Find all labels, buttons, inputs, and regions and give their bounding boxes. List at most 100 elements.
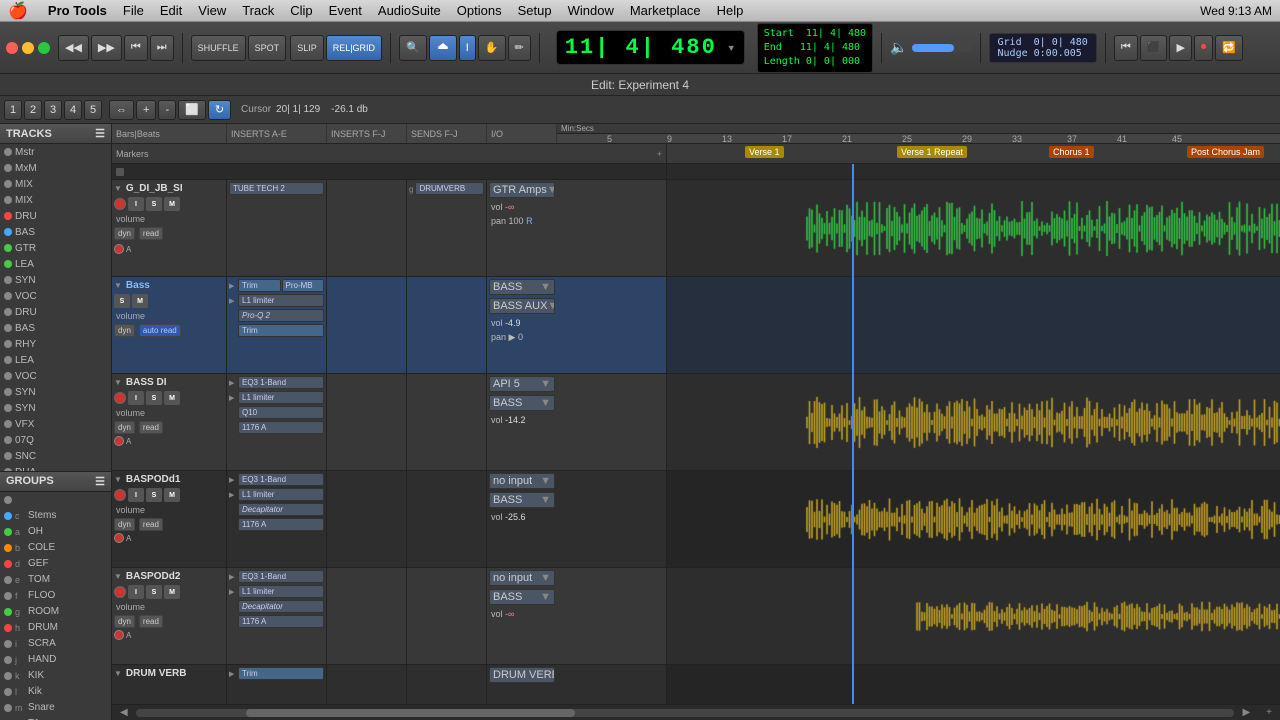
zoom-3-button[interactable]: 3: [44, 100, 62, 120]
baspod1-io-bass[interactable]: BASS ▼: [489, 492, 555, 508]
bassdi-insert-l1[interactable]: L1 limiter: [238, 391, 324, 404]
baspod2-insert-1176[interactable]: 1176 A: [238, 615, 324, 628]
menu-file[interactable]: File: [123, 3, 144, 18]
bass-io-bassaux[interactable]: BASS AUX ▼: [489, 298, 555, 314]
track-list-item[interactable]: 07Q: [0, 432, 111, 448]
group-list-item[interactable]: [0, 492, 111, 508]
baspod1-expand[interactable]: ▼: [114, 475, 122, 484]
bass-read-btn[interactable]: auto read: [139, 324, 181, 337]
go-end-button[interactable]: ⏭: [150, 35, 174, 61]
group-list-item[interactable]: gROOM: [0, 604, 111, 620]
menu-setup[interactable]: Setup: [518, 3, 552, 18]
baspod1-rec-btn[interactable]: [114, 489, 126, 501]
drumverb-insert-trim[interactable]: Trim: [238, 667, 324, 680]
volume-slider[interactable]: [912, 44, 972, 52]
stop-button[interactable]: ⬛: [1140, 35, 1168, 61]
group-list-item[interactable]: lKik: [0, 684, 111, 700]
group-list-item[interactable]: bCOLE: [0, 540, 111, 556]
track-list-item[interactable]: DRU: [0, 208, 111, 224]
track-list-item[interactable]: SNC: [0, 448, 111, 464]
bassdi-read-btn[interactable]: read: [139, 421, 163, 434]
gdi-insert-tubetec[interactable]: TUBE TECH 2: [229, 182, 324, 195]
baspod2-mute-btn[interactable]: M: [164, 585, 180, 599]
zoom-5-button[interactable]: 5: [84, 100, 102, 120]
baspod2-insert-eq3[interactable]: EQ3 1-Band: [238, 570, 324, 583]
add-marker-button[interactable]: +: [657, 149, 662, 159]
track-list-item[interactable]: VFX: [0, 416, 111, 432]
group-list-item[interactable]: eTOM: [0, 572, 111, 588]
group-list-item[interactable]: jHAND: [0, 652, 111, 668]
baspod2-solo-btn[interactable]: S: [146, 585, 162, 599]
tracks-menu-icon[interactable]: ☰: [95, 127, 105, 140]
menu-audiosuite[interactable]: AudioSuite: [378, 3, 441, 18]
menu-edit[interactable]: Edit: [160, 3, 182, 18]
bass-mute-btn[interactable]: M: [132, 294, 148, 308]
expand-icon[interactable]: [116, 168, 124, 176]
track-list-item[interactable]: LEA: [0, 352, 111, 368]
group-list-item[interactable]: iSCRA: [0, 636, 111, 652]
add-track-btn[interactable]: +: [1262, 707, 1276, 718]
bass-io-bass[interactable]: BASS ▼: [489, 279, 555, 295]
group-list-item[interactable]: kKIK: [0, 668, 111, 684]
baspod1-io-noinput[interactable]: no input ▼: [489, 473, 555, 489]
selector-tool-button[interactable]: I: [459, 35, 476, 61]
baspod1-dyn-btn[interactable]: dyn: [114, 518, 135, 531]
track-list-item[interactable]: Mstr: [0, 144, 111, 160]
gdi-send-drumverb[interactable]: DRUMVERB: [415, 182, 484, 195]
loop-button[interactable]: 🔁: [1215, 35, 1243, 61]
baspod2-expand[interactable]: ▼: [114, 572, 122, 581]
bass-solo-btn[interactable]: S: [114, 294, 130, 308]
track-list-item[interactable]: BAS: [0, 320, 111, 336]
scroll-right-btn[interactable]: ▶: [1238, 707, 1254, 718]
baspod1-insert-l1[interactable]: L1 limiter: [238, 488, 324, 501]
gdi-rec-btn[interactable]: [114, 198, 126, 210]
baspod2-insert-l1[interactable]: L1 limiter: [238, 585, 324, 598]
baspod2-io-bass[interactable]: BASS ▼: [489, 589, 555, 605]
apple-menu[interactable]: 🍎: [8, 1, 28, 21]
loop-selection-button[interactable]: ↻: [208, 100, 231, 120]
menu-window[interactable]: Window: [568, 3, 614, 18]
track-list-item[interactable]: VOC: [0, 368, 111, 384]
group-list-item[interactable]: mSnare: [0, 700, 111, 716]
fit-tracks-button[interactable]: ⇔: [109, 100, 134, 120]
menu-track[interactable]: Track: [242, 3, 274, 18]
track-list-item[interactable]: LEA: [0, 256, 111, 272]
bassdi-io-api5[interactable]: API 5 ▼: [489, 376, 555, 392]
group-list-item[interactable]: hDRUM: [0, 620, 111, 636]
track-list-item[interactable]: MIX: [0, 176, 111, 192]
groups-menu-icon[interactable]: ☰: [95, 475, 105, 488]
gdi-input-btn[interactable]: I: [128, 197, 144, 211]
chorus1-marker[interactable]: Chorus 1: [1049, 146, 1094, 158]
track-list-item[interactable]: GTR: [0, 240, 111, 256]
gdi-dyn-btn[interactable]: dyn: [114, 227, 135, 240]
bassdi-insert-1176[interactable]: 1176 A: [238, 421, 324, 434]
bass-insert-l1[interactable]: L1 limiter: [238, 294, 324, 307]
track-list-item[interactable]: VOC: [0, 288, 111, 304]
menu-view[interactable]: View: [198, 3, 226, 18]
bassdi-insert-eq3[interactable]: EQ3 1-Band: [238, 376, 324, 389]
bassdi-mute-btn[interactable]: M: [164, 391, 180, 405]
gdi-expand[interactable]: ▼: [114, 184, 122, 193]
menu-protools[interactable]: Pro Tools: [48, 3, 107, 18]
play-button[interactable]: ▶: [1169, 35, 1191, 61]
bassdi-solo-btn[interactable]: S: [146, 391, 162, 405]
track-list-item[interactable]: SYN: [0, 384, 111, 400]
gdi-read-btn[interactable]: read: [139, 227, 163, 240]
drumverb-io[interactable]: DRUM VERB ▼: [489, 667, 555, 683]
verse1-marker[interactable]: Verse 1: [745, 146, 784, 158]
fast-forward-button[interactable]: ▶▶: [91, 35, 122, 61]
shuffle-button[interactable]: SHUFFLE: [191, 35, 246, 61]
group-list-item[interactable]: nT1: [0, 716, 111, 720]
baspod1-insert-1176[interactable]: 1176 A: [238, 518, 324, 531]
baspod2-insert-decap[interactable]: Decapitator: [238, 600, 324, 613]
track-list-item[interactable]: BAS: [0, 224, 111, 240]
transport-counter[interactable]: 11| 4| 480 ▼: [556, 30, 745, 65]
menu-options[interactable]: Options: [457, 3, 502, 18]
group-list-item[interactable]: cStems: [0, 508, 111, 524]
track-list-item[interactable]: MxM: [0, 160, 111, 176]
bass-dyn-btn[interactable]: dyn: [114, 324, 135, 337]
slip-button[interactable]: SLIP: [290, 35, 324, 61]
baspod1-mute-btn[interactable]: M: [164, 488, 180, 502]
track-list-item[interactable]: SYN: [0, 400, 111, 416]
bass-insert-promb[interactable]: Pro-MB: [282, 279, 325, 292]
